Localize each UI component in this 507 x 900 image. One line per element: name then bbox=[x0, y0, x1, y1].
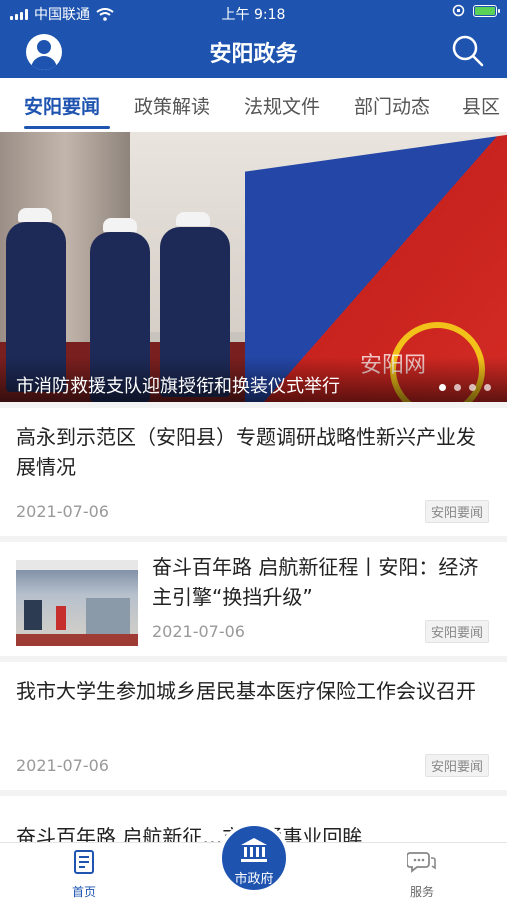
carousel-dots[interactable] bbox=[439, 384, 491, 391]
city-government-button[interactable]: 市政府 bbox=[218, 822, 290, 894]
government-building-icon bbox=[241, 838, 267, 862]
nav-service-label: 服务 bbox=[409, 885, 434, 899]
news-banner-carousel[interactable]: 安阳网 市消防救援支队迎旗授衔和换装仪式举行 bbox=[0, 132, 507, 402]
news-date: 2021-07-06 bbox=[16, 756, 109, 775]
carousel-dot[interactable] bbox=[454, 384, 461, 391]
news-title: 奋斗百年路 启航新征程丨安阳：经济主引擎“换挡升级” bbox=[152, 555, 479, 609]
search-icon[interactable] bbox=[451, 34, 485, 68]
news-category-tag: 安阳要闻 bbox=[424, 620, 489, 643]
news-list-item[interactable]: 高永到示范区（安阳县）专题调研战略性新兴产业发展情况 2021-07-06 安阳… bbox=[0, 408, 507, 536]
tab-policy[interactable]: 政策解读 bbox=[134, 92, 210, 119]
carousel-dot[interactable] bbox=[469, 384, 476, 391]
news-list-item[interactable]: 我市大学生参加城乡居民基本医疗保险工作会议召开 2021-07-06 安阳要闻 bbox=[0, 662, 507, 790]
news-category-tag: 安阳要闻 bbox=[424, 754, 489, 777]
nav-service[interactable]: 服务 bbox=[382, 849, 462, 900]
news-date: 2021-07-06 bbox=[152, 622, 245, 641]
city-government-label: 市政府 bbox=[234, 872, 274, 887]
tab-regulations[interactable]: 法规文件 bbox=[244, 92, 320, 119]
tab-anyang-news[interactable]: 安阳要闻 bbox=[24, 92, 100, 119]
page-title: 安阳政务 bbox=[209, 42, 298, 67]
news-title: 高永到示范区（安阳县）专题调研战略性新兴产业发展情况 bbox=[16, 425, 476, 479]
orientation-lock-icon bbox=[452, 4, 465, 17]
carousel-dot[interactable] bbox=[439, 384, 446, 391]
status-time: 上午 9:18 bbox=[221, 7, 286, 23]
tab-counties[interactable]: 县区 bbox=[462, 92, 500, 119]
app-header: 安阳政务 bbox=[0, 26, 507, 78]
news-category-tag: 安阳要闻 bbox=[424, 500, 489, 523]
nav-home[interactable]: 首页 bbox=[44, 849, 124, 900]
category-tabs: 安阳要闻 政策解读 法规文件 部门动态 县区 bbox=[0, 78, 507, 132]
news-title: 我市大学生参加城乡居民基本医疗保险工作会议召开 bbox=[16, 679, 476, 703]
home-document-icon bbox=[74, 850, 94, 874]
banner-caption: 市消防救援支队迎旗授衔和换装仪式举行 bbox=[16, 376, 340, 397]
chat-bubble-icon bbox=[406, 852, 436, 873]
nav-home-label: 首页 bbox=[71, 885, 96, 899]
battery-icon bbox=[473, 4, 500, 17]
active-tab-indicator bbox=[24, 126, 110, 129]
news-thumbnail bbox=[16, 560, 138, 646]
carousel-dot[interactable] bbox=[484, 384, 491, 391]
top-bar: 中国联通 上午 9:18 安阳政务 bbox=[0, 0, 507, 78]
news-list-item[interactable]: 奋斗百年路 启航新征程丨安阳：经济主引擎“换挡升级” 2021-07-06 安阳… bbox=[0, 542, 507, 656]
news-date: 2021-07-06 bbox=[16, 502, 109, 521]
status-bar: 中国联通 上午 9:18 bbox=[0, 0, 507, 26]
tab-departments[interactable]: 部门动态 bbox=[354, 92, 430, 119]
